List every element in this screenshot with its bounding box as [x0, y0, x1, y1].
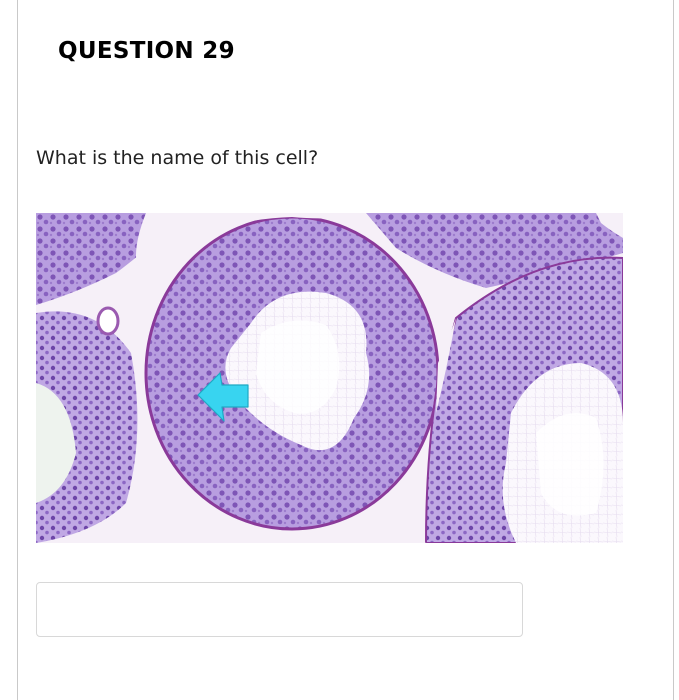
- question-prompt: What is the name of this cell?: [36, 147, 319, 169]
- micrograph-image: [36, 213, 623, 543]
- question-title: QUESTION 29: [58, 38, 235, 64]
- answer-input[interactable]: [36, 582, 523, 637]
